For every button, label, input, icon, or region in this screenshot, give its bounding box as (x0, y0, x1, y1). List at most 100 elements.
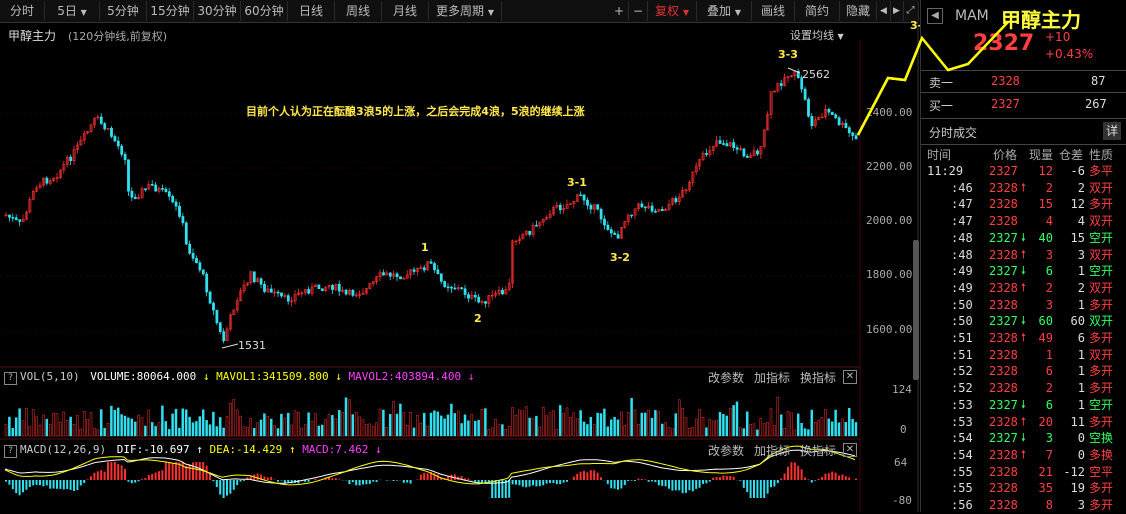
macd-bar (467, 478, 469, 480)
vol-switch-indicator-button[interactable]: 换指标 (800, 369, 836, 386)
trade-time: :48 (951, 230, 973, 247)
trade-type: 多开 (1089, 196, 1113, 213)
volume-bar (83, 411, 85, 436)
ask-volume: 87 (1091, 74, 1105, 88)
volume-bar (420, 423, 422, 436)
close-icon[interactable]: ✕ (843, 443, 857, 457)
volume-bar (498, 425, 500, 436)
volume-bar (325, 420, 327, 436)
macd-bar (141, 479, 143, 480)
kline-chart[interactable] (0, 0, 920, 512)
trade-oi: -12 (1063, 464, 1085, 481)
macd-bar (49, 480, 51, 489)
vol-add-indicator-button[interactable]: 加指标 (754, 369, 790, 386)
candle-body (736, 148, 738, 150)
wave-label-1: 1 (421, 241, 429, 254)
trade-vol: 6 (1046, 363, 1053, 380)
trade-price: 2328 (989, 196, 1018, 213)
wave-label-3-1: 3-1 (567, 176, 587, 189)
volume-bar (100, 410, 102, 436)
help-icon[interactable]: ? (4, 372, 17, 385)
macd-bar (773, 480, 775, 486)
macd-bar (240, 480, 242, 482)
wave-label-2: 2 (474, 312, 482, 325)
macd-bar (236, 480, 238, 485)
macd-bar (546, 480, 548, 484)
candle-body (209, 292, 211, 303)
macd-bar (331, 478, 333, 480)
volume-bar (253, 428, 255, 436)
volume-bar (25, 408, 27, 436)
macd-bar (216, 480, 218, 487)
volume-bar (76, 415, 78, 436)
trade-time: :49 (951, 263, 973, 280)
trade-arrow: 🠕 (1021, 280, 1026, 297)
trade-oi: 15 (1071, 230, 1085, 247)
candle-body (804, 89, 806, 99)
candle-body (559, 205, 561, 210)
volume-bar (549, 413, 551, 436)
trade-vol: 3 (1046, 247, 1053, 264)
macd-edit-params-button[interactable]: 改参数 (708, 442, 744, 459)
candle-body (733, 142, 735, 147)
price-change-pct: +0.43% (1045, 47, 1093, 61)
trade-oi: 2 (1078, 280, 1085, 297)
volume-bar (433, 411, 435, 436)
close-icon[interactable]: ✕ (843, 370, 857, 384)
candle-body (600, 209, 602, 219)
candle-body (835, 115, 837, 118)
trade-row: :50232831多开 (921, 297, 1126, 314)
detail-button[interactable]: 详 (1103, 122, 1121, 140)
macd-bar (542, 480, 544, 485)
candle-body (807, 99, 809, 116)
volume-bar (573, 413, 575, 436)
trade-oi: 1 (1078, 263, 1085, 280)
trade-vol: 7 (1046, 447, 1053, 464)
macd-bar (522, 480, 524, 487)
volume-indicator-bar: ?VOL(5,10) VOLUME:80064.000 ↓ MAVOL1:341… (4, 369, 474, 385)
trade-price: 2328 (989, 480, 1018, 497)
volume-bar (807, 430, 809, 436)
macd-add-indicator-button[interactable]: 加指标 (754, 442, 790, 459)
candle-body (121, 146, 123, 154)
macd-bar (688, 480, 690, 490)
vol-edit-params-button[interactable]: 改参数 (708, 369, 744, 386)
collapse-panel-icon[interactable]: ◀ (927, 8, 943, 24)
macd-bar (610, 480, 612, 488)
macd-bar (257, 474, 259, 480)
candle-body (223, 332, 225, 341)
trade-row: :462328🠕22双开 (921, 180, 1126, 197)
volume-bar (172, 414, 174, 436)
volume-bar (841, 419, 843, 436)
volume-bar (804, 429, 806, 436)
volume-bar (552, 411, 554, 436)
volume-bar (274, 426, 276, 436)
low-price-label: 1531 (238, 339, 266, 352)
candle-body (382, 273, 384, 275)
volume-bar (542, 407, 544, 436)
help-icon[interactable]: ? (4, 445, 17, 458)
volume-bar (209, 425, 211, 436)
volume-bar (729, 408, 731, 436)
macd-bar (790, 462, 792, 480)
volume-bar (355, 412, 357, 436)
trade-vol: 6 (1046, 397, 1053, 414)
macd-bar (46, 480, 48, 485)
volume-bar (93, 428, 95, 436)
macd-bar (821, 477, 823, 480)
volume-bar (705, 428, 707, 436)
trade-time: :55 (951, 480, 973, 497)
macd-bar (841, 474, 843, 480)
candle-body (399, 277, 401, 279)
candle-body (352, 290, 354, 295)
volume-bar (229, 403, 231, 436)
macd-bar (25, 480, 27, 490)
trade-vol: 15 (1039, 196, 1053, 213)
candle-body (651, 206, 653, 211)
macd-switch-indicator-button[interactable]: 换指标 (800, 442, 836, 459)
candle-body (597, 205, 599, 210)
macd-bar (661, 480, 663, 486)
volume-bar (416, 415, 418, 436)
trade-type: 双开 (1089, 347, 1113, 364)
y-tick-1600: 1600.00 (866, 323, 912, 336)
